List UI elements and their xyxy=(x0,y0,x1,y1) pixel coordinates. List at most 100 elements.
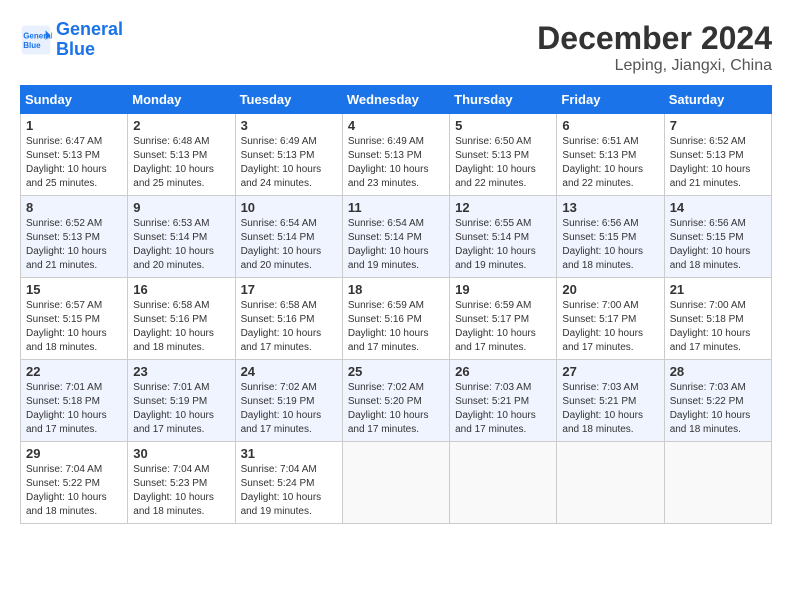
cell-content: Sunrise: 6:53 AM Sunset: 5:14 PM Dayligh… xyxy=(133,217,229,273)
cell-content: Sunrise: 6:48 AM Sunset: 5:13 PM Dayligh… xyxy=(133,135,229,191)
calendar-cell: 24 Sunrise: 7:02 AM Sunset: 5:19 PM Dayl… xyxy=(235,360,342,442)
calendar-cell: 20 Sunrise: 7:00 AM Sunset: 5:17 PM Dayl… xyxy=(557,278,664,360)
cell-content: Sunrise: 6:57 AM Sunset: 5:15 PM Dayligh… xyxy=(26,299,122,355)
calendar-cell: 16 Sunrise: 6:58 AM Sunset: 5:16 PM Dayl… xyxy=(128,278,235,360)
cell-content: Sunrise: 6:59 AM Sunset: 5:16 PM Dayligh… xyxy=(348,299,444,355)
cell-content: Sunrise: 6:52 AM Sunset: 5:13 PM Dayligh… xyxy=(26,217,122,273)
cell-content: Sunrise: 7:01 AM Sunset: 5:19 PM Dayligh… xyxy=(133,381,229,437)
day-number: 13 xyxy=(562,200,658,215)
day-number: 7 xyxy=(670,118,766,133)
calendar-cell: 15 Sunrise: 6:57 AM Sunset: 5:15 PM Dayl… xyxy=(21,278,128,360)
calendar-cell: 31 Sunrise: 7:04 AM Sunset: 5:24 PM Dayl… xyxy=(235,442,342,524)
day-header-friday: Friday xyxy=(557,86,664,114)
cell-content: Sunrise: 6:58 AM Sunset: 5:16 PM Dayligh… xyxy=(241,299,337,355)
day-number: 16 xyxy=(133,282,229,297)
cell-content: Sunrise: 6:49 AM Sunset: 5:13 PM Dayligh… xyxy=(348,135,444,191)
logo: General Blue General Blue xyxy=(20,20,123,60)
location: Leping, Jiangxi, China xyxy=(537,57,772,75)
day-number: 12 xyxy=(455,200,551,215)
day-number: 18 xyxy=(348,282,444,297)
cell-content: Sunrise: 7:03 AM Sunset: 5:21 PM Dayligh… xyxy=(562,381,658,437)
calendar-cell: 22 Sunrise: 7:01 AM Sunset: 5:18 PM Dayl… xyxy=(21,360,128,442)
day-header-wednesday: Wednesday xyxy=(342,86,449,114)
cell-content: Sunrise: 6:49 AM Sunset: 5:13 PM Dayligh… xyxy=(241,135,337,191)
calendar-cell: 8 Sunrise: 6:52 AM Sunset: 5:13 PM Dayli… xyxy=(21,196,128,278)
day-number: 11 xyxy=(348,200,444,215)
day-number: 8 xyxy=(26,200,122,215)
svg-text:Blue: Blue xyxy=(23,41,41,50)
cell-content: Sunrise: 6:47 AM Sunset: 5:13 PM Dayligh… xyxy=(26,135,122,191)
day-header-saturday: Saturday xyxy=(664,86,771,114)
cell-content: Sunrise: 6:54 AM Sunset: 5:14 PM Dayligh… xyxy=(241,217,337,273)
day-number: 14 xyxy=(670,200,766,215)
cell-content: Sunrise: 6:58 AM Sunset: 5:16 PM Dayligh… xyxy=(133,299,229,355)
day-number: 2 xyxy=(133,118,229,133)
calendar-cell: 7 Sunrise: 6:52 AM Sunset: 5:13 PM Dayli… xyxy=(664,114,771,196)
cell-content: Sunrise: 6:55 AM Sunset: 5:14 PM Dayligh… xyxy=(455,217,551,273)
day-header-thursday: Thursday xyxy=(450,86,557,114)
day-number: 31 xyxy=(241,446,337,461)
cell-content: Sunrise: 7:00 AM Sunset: 5:17 PM Dayligh… xyxy=(562,299,658,355)
day-number: 21 xyxy=(670,282,766,297)
calendar-cell: 26 Sunrise: 7:03 AM Sunset: 5:21 PM Dayl… xyxy=(450,360,557,442)
day-number: 1 xyxy=(26,118,122,133)
day-number: 22 xyxy=(26,364,122,379)
calendar-week-row: 15 Sunrise: 6:57 AM Sunset: 5:15 PM Dayl… xyxy=(21,278,772,360)
day-number: 3 xyxy=(241,118,337,133)
cell-content: Sunrise: 7:03 AM Sunset: 5:21 PM Dayligh… xyxy=(455,381,551,437)
day-number: 24 xyxy=(241,364,337,379)
day-number: 4 xyxy=(348,118,444,133)
calendar-table: SundayMondayTuesdayWednesdayThursdayFrid… xyxy=(20,85,772,524)
cell-content: Sunrise: 6:50 AM Sunset: 5:13 PM Dayligh… xyxy=(455,135,551,191)
calendar-cell xyxy=(450,442,557,524)
cell-content: Sunrise: 6:56 AM Sunset: 5:15 PM Dayligh… xyxy=(670,217,766,273)
title-area: December 2024 Leping, Jiangxi, China xyxy=(537,20,772,75)
calendar-cell: 27 Sunrise: 7:03 AM Sunset: 5:21 PM Dayl… xyxy=(557,360,664,442)
calendar-header-row: SundayMondayTuesdayWednesdayThursdayFrid… xyxy=(21,86,772,114)
day-number: 20 xyxy=(562,282,658,297)
calendar-cell: 19 Sunrise: 6:59 AM Sunset: 5:17 PM Dayl… xyxy=(450,278,557,360)
day-number: 30 xyxy=(133,446,229,461)
day-number: 10 xyxy=(241,200,337,215)
cell-content: Sunrise: 7:03 AM Sunset: 5:22 PM Dayligh… xyxy=(670,381,766,437)
calendar-cell: 23 Sunrise: 7:01 AM Sunset: 5:19 PM Dayl… xyxy=(128,360,235,442)
calendar-cell: 10 Sunrise: 6:54 AM Sunset: 5:14 PM Dayl… xyxy=(235,196,342,278)
calendar-cell: 29 Sunrise: 7:04 AM Sunset: 5:22 PM Dayl… xyxy=(21,442,128,524)
day-number: 26 xyxy=(455,364,551,379)
logo-line1: General xyxy=(56,19,123,39)
day-number: 17 xyxy=(241,282,337,297)
day-number: 9 xyxy=(133,200,229,215)
day-number: 6 xyxy=(562,118,658,133)
day-number: 19 xyxy=(455,282,551,297)
cell-content: Sunrise: 6:56 AM Sunset: 5:15 PM Dayligh… xyxy=(562,217,658,273)
cell-content: Sunrise: 7:02 AM Sunset: 5:20 PM Dayligh… xyxy=(348,381,444,437)
cell-content: Sunrise: 6:52 AM Sunset: 5:13 PM Dayligh… xyxy=(670,135,766,191)
calendar-cell xyxy=(557,442,664,524)
calendar-cell: 11 Sunrise: 6:54 AM Sunset: 5:14 PM Dayl… xyxy=(342,196,449,278)
day-number: 27 xyxy=(562,364,658,379)
day-header-tuesday: Tuesday xyxy=(235,86,342,114)
calendar-week-row: 29 Sunrise: 7:04 AM Sunset: 5:22 PM Dayl… xyxy=(21,442,772,524)
page-header: General Blue General Blue December 2024 … xyxy=(20,20,772,75)
calendar-cell: 18 Sunrise: 6:59 AM Sunset: 5:16 PM Dayl… xyxy=(342,278,449,360)
calendar-cell: 14 Sunrise: 6:56 AM Sunset: 5:15 PM Dayl… xyxy=(664,196,771,278)
logo-icon: General Blue xyxy=(20,24,52,56)
calendar-cell: 30 Sunrise: 7:04 AM Sunset: 5:23 PM Dayl… xyxy=(128,442,235,524)
calendar-cell: 21 Sunrise: 7:00 AM Sunset: 5:18 PM Dayl… xyxy=(664,278,771,360)
calendar-cell: 25 Sunrise: 7:02 AM Sunset: 5:20 PM Dayl… xyxy=(342,360,449,442)
cell-content: Sunrise: 6:51 AM Sunset: 5:13 PM Dayligh… xyxy=(562,135,658,191)
day-number: 25 xyxy=(348,364,444,379)
day-number: 15 xyxy=(26,282,122,297)
calendar-cell: 9 Sunrise: 6:53 AM Sunset: 5:14 PM Dayli… xyxy=(128,196,235,278)
cell-content: Sunrise: 6:54 AM Sunset: 5:14 PM Dayligh… xyxy=(348,217,444,273)
calendar-cell: 28 Sunrise: 7:03 AM Sunset: 5:22 PM Dayl… xyxy=(664,360,771,442)
day-header-sunday: Sunday xyxy=(21,86,128,114)
calendar-cell: 17 Sunrise: 6:58 AM Sunset: 5:16 PM Dayl… xyxy=(235,278,342,360)
calendar-cell: 4 Sunrise: 6:49 AM Sunset: 5:13 PM Dayli… xyxy=(342,114,449,196)
day-number: 28 xyxy=(670,364,766,379)
calendar-cell: 2 Sunrise: 6:48 AM Sunset: 5:13 PM Dayli… xyxy=(128,114,235,196)
cell-content: Sunrise: 6:59 AM Sunset: 5:17 PM Dayligh… xyxy=(455,299,551,355)
month-title: December 2024 xyxy=(537,20,772,57)
cell-content: Sunrise: 7:01 AM Sunset: 5:18 PM Dayligh… xyxy=(26,381,122,437)
cell-content: Sunrise: 7:04 AM Sunset: 5:24 PM Dayligh… xyxy=(241,463,337,519)
